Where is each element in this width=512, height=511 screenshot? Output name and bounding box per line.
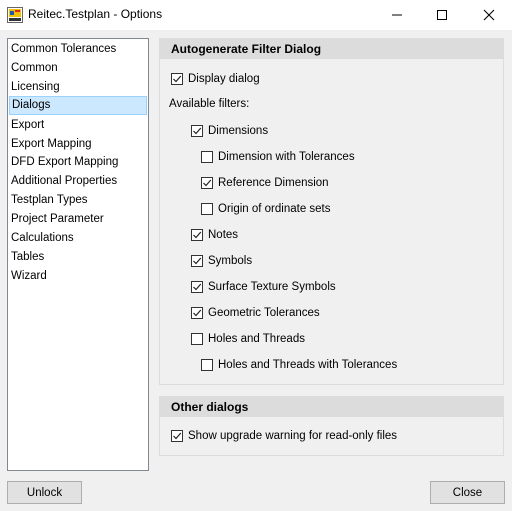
checkbox-box[interactable] xyxy=(191,255,203,267)
sidebar-item-wizard[interactable]: Wizard xyxy=(9,267,147,286)
autogenerate-filter-panel: Autogenerate Filter Dialog Display dialo… xyxy=(159,38,504,385)
minimize-icon xyxy=(392,14,402,16)
filter-dimensions-checkbox[interactable]: Dimensions xyxy=(191,123,268,139)
checkbox-label: Dimension with Tolerances xyxy=(218,151,355,163)
checkbox-box[interactable] xyxy=(191,229,203,241)
checkbox-label: Display dialog xyxy=(188,73,260,85)
checkbox-box[interactable] xyxy=(201,203,213,215)
sidebar-item-dfd-export-mapping[interactable]: DFD Export Mapping xyxy=(9,153,147,172)
close-window-button[interactable] xyxy=(466,0,512,30)
options-category-list[interactable]: Common Tolerances Common Licensing Dialo… xyxy=(7,38,149,471)
checkbox-label: Holes and Threads xyxy=(208,333,305,345)
title-bar[interactable]: Reitec.Testplan - Options xyxy=(0,0,512,30)
filter-dimension-with-tolerances-checkbox[interactable]: Dimension with Tolerances xyxy=(201,149,355,165)
checkmark-icon xyxy=(203,179,212,187)
checkmark-icon xyxy=(173,75,182,83)
sidebar-item-calculations[interactable]: Calculations xyxy=(9,229,147,248)
close-icon xyxy=(483,9,495,21)
upgrade-warning-checkbox[interactable]: Show upgrade warning for read-only files xyxy=(171,428,397,444)
checkbox-label: Symbols xyxy=(208,255,253,267)
panel-title: Other dialogs xyxy=(160,397,503,417)
checkbox-label: Reference Dimension xyxy=(218,177,329,189)
filter-holes-and-threads-checkbox[interactable]: Holes and Threads xyxy=(191,331,305,347)
checkbox-box[interactable] xyxy=(171,73,183,85)
checkbox-label: Show upgrade warning for read-only files xyxy=(188,430,398,442)
checkbox-label: Dimensions xyxy=(208,125,269,137)
filter-notes-checkbox[interactable]: Notes xyxy=(191,227,238,243)
sidebar-item-tables[interactable]: Tables xyxy=(9,248,147,267)
checkbox-box[interactable] xyxy=(191,307,203,319)
checkbox-box[interactable] xyxy=(191,333,203,345)
display-dialog-checkbox[interactable]: Display dialog xyxy=(171,71,260,87)
close-button[interactable]: Close xyxy=(430,481,505,504)
maximize-icon xyxy=(437,10,447,20)
window-title: Reitec.Testplan - Options xyxy=(28,7,163,21)
sidebar-item-export[interactable]: Export xyxy=(9,116,147,135)
checkbox-label: Origin of ordinate sets xyxy=(218,203,331,215)
checkbox-box[interactable] xyxy=(201,177,213,189)
filter-reference-dimension-checkbox[interactable]: Reference Dimension xyxy=(201,175,329,191)
maximize-button[interactable] xyxy=(419,0,465,30)
filter-holes-and-threads-with-tolerances-checkbox[interactable]: Holes and Threads with Tolerances xyxy=(201,357,397,373)
sidebar-item-common[interactable]: Common xyxy=(9,59,147,78)
checkmark-icon xyxy=(193,283,202,291)
checkbox-label: Notes xyxy=(208,229,239,241)
checkbox-label: Geometric Tolerances xyxy=(208,307,320,319)
sidebar-item-project-parameter[interactable]: Project Parameter xyxy=(9,210,147,229)
checkbox-box[interactable] xyxy=(191,125,203,137)
checkbox-label: Holes and Threads with Tolerances xyxy=(218,359,398,371)
available-filters-label: Available filters: xyxy=(169,98,250,110)
filter-origin-of-ordinate-sets-checkbox[interactable]: Origin of ordinate sets xyxy=(201,201,331,217)
sidebar-item-testplan-types[interactable]: Testplan Types xyxy=(9,191,147,210)
filter-symbols-checkbox[interactable]: Symbols xyxy=(191,253,252,269)
sidebar-item-common-tolerances[interactable]: Common Tolerances xyxy=(9,40,147,59)
checkbox-box[interactable] xyxy=(171,430,183,442)
sidebar-item-dialogs[interactable]: Dialogs xyxy=(9,96,147,115)
checkbox-box[interactable] xyxy=(191,281,203,293)
filter-surface-texture-symbols-checkbox[interactable]: Surface Texture Symbols xyxy=(191,279,336,295)
checkbox-label: Surface Texture Symbols xyxy=(208,281,336,293)
checkmark-icon xyxy=(193,231,202,239)
testplan-app-icon xyxy=(7,7,23,23)
sidebar-item-export-mapping[interactable]: Export Mapping xyxy=(9,135,147,154)
unlock-button[interactable]: Unlock xyxy=(7,481,82,504)
checkbox-box[interactable] xyxy=(201,359,213,371)
checkbox-box[interactable] xyxy=(201,151,213,163)
checkmark-icon xyxy=(193,257,202,265)
other-dialogs-panel: Other dialogs Show upgrade warning for r… xyxy=(159,396,504,456)
sidebar-item-licensing[interactable]: Licensing xyxy=(9,78,147,97)
sidebar-item-additional-properties[interactable]: Additional Properties xyxy=(9,172,147,191)
checkmark-icon xyxy=(173,432,182,440)
filter-geometric-tolerances-checkbox[interactable]: Geometric Tolerances xyxy=(191,305,320,321)
checkmark-icon xyxy=(193,309,202,317)
minimize-button[interactable] xyxy=(374,0,420,30)
panel-title: Autogenerate Filter Dialog xyxy=(160,39,503,59)
checkmark-icon xyxy=(193,127,202,135)
